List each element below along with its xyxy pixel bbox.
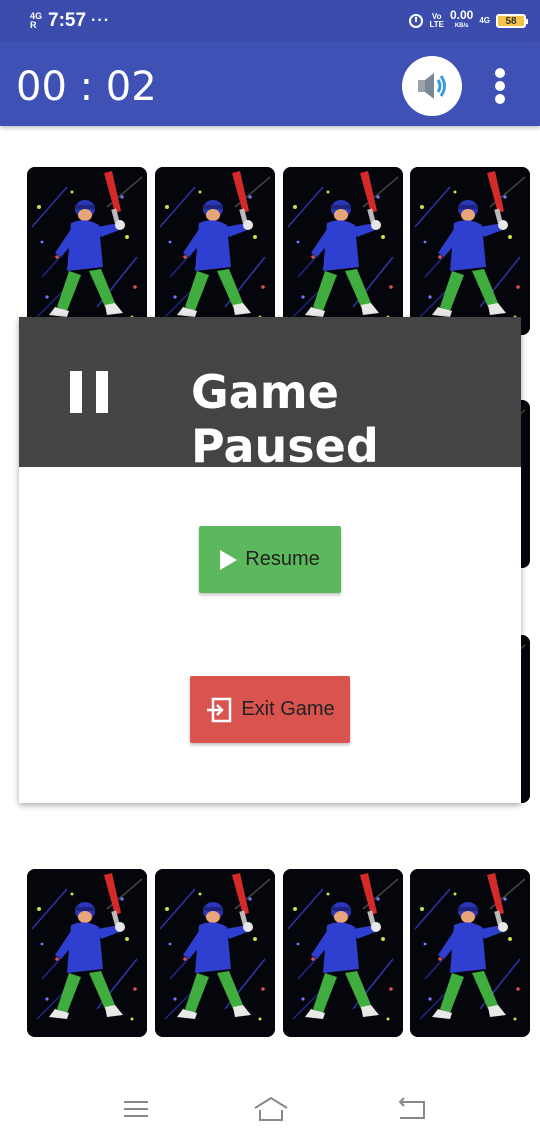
menu-icon[interactable] bbox=[116, 1094, 156, 1124]
network-roaming: R bbox=[30, 20, 37, 30]
memory-card[interactable] bbox=[27, 167, 147, 335]
speed-unit: KB/s bbox=[454, 23, 469, 29]
memory-card[interactable] bbox=[27, 869, 147, 1037]
signal-indicator: 4G bbox=[479, 16, 490, 25]
lte-label: LTE bbox=[429, 20, 444, 29]
back-icon[interactable] bbox=[392, 1094, 432, 1124]
memory-card[interactable] bbox=[283, 869, 403, 1037]
more-vertical-icon-dot bbox=[495, 94, 505, 104]
more-options-button[interactable] bbox=[488, 64, 512, 108]
sound-toggle-button[interactable] bbox=[402, 56, 462, 116]
resume-button[interactable]: Resume bbox=[199, 526, 341, 593]
battery-icon: 58 bbox=[496, 14, 528, 28]
home-icon[interactable] bbox=[251, 1094, 291, 1124]
clock: 7:57 bbox=[48, 10, 87, 31]
pause-icon bbox=[70, 371, 108, 413]
speaker-volume-icon bbox=[418, 73, 446, 99]
exit-label: Exit Game bbox=[241, 698, 335, 720]
network-indicator: 4G R bbox=[30, 12, 42, 30]
resume-label: Resume bbox=[245, 548, 320, 570]
memory-card[interactable] bbox=[155, 167, 275, 335]
cricket-batsman-card bbox=[410, 167, 530, 335]
battery-level: 58 bbox=[505, 15, 517, 27]
navigation-bar bbox=[0, 1080, 540, 1140]
cricket-batsman-card bbox=[410, 869, 530, 1037]
alarm-icon bbox=[409, 14, 424, 28]
cricket-batsman-card bbox=[155, 167, 275, 335]
exit-icon bbox=[207, 697, 232, 722]
play-icon bbox=[220, 549, 238, 570]
cricket-batsman-card bbox=[283, 167, 403, 335]
memory-card[interactable] bbox=[410, 167, 530, 335]
memory-card[interactable] bbox=[410, 869, 530, 1037]
volte-indicator: Vo LTE bbox=[429, 13, 444, 29]
status-bar: 4G R 7:57 ··· Vo LTE 0.00 KB/s 4G 58 bbox=[0, 0, 540, 42]
notification-dots: ··· bbox=[91, 12, 111, 29]
app-bar: 00 : 02 bbox=[0, 42, 540, 126]
more-vertical-icon-dot bbox=[495, 81, 505, 91]
dialog-title: Game Paused bbox=[191, 365, 379, 473]
dialog-header: Game Paused bbox=[19, 317, 521, 473]
pause-dialog: Game Paused Resume Exit Game bbox=[19, 317, 521, 803]
cricket-batsman-card bbox=[283, 869, 403, 1037]
cricket-batsman-card bbox=[27, 167, 147, 335]
exit-game-button[interactable]: Exit Game bbox=[190, 676, 350, 743]
game-timer: 00 : 02 bbox=[16, 64, 157, 110]
cricket-batsman-card bbox=[27, 869, 147, 1037]
network-speed: 0.00 KB/s bbox=[449, 8, 474, 32]
memory-card[interactable] bbox=[155, 869, 275, 1037]
cricket-batsman-card bbox=[155, 869, 275, 1037]
memory-card[interactable] bbox=[283, 167, 403, 335]
more-vertical-icon-dot bbox=[495, 68, 505, 78]
speed-value: 0.00 bbox=[449, 8, 474, 22]
